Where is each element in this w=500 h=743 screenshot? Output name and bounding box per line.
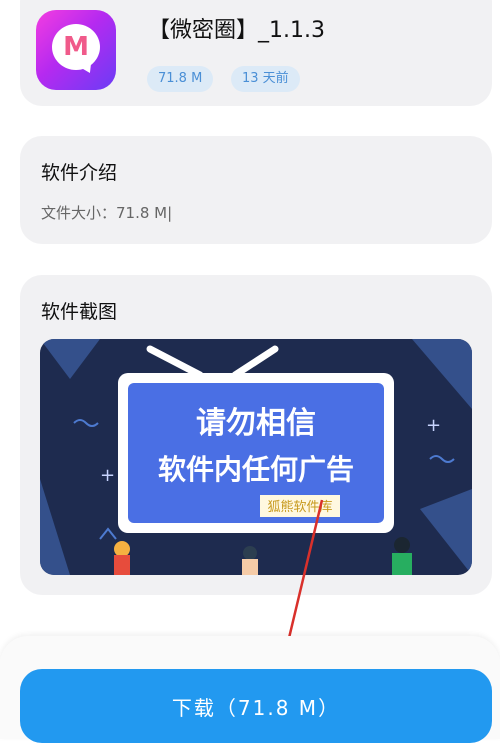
app-logo-icon[interactable]: M [36, 10, 116, 90]
download-button[interactable]: 下载（71.8 M） [20, 669, 492, 743]
intro-title: 软件介绍 [41, 162, 118, 184]
size-badge: 71.8 M [147, 66, 214, 92]
svg-text:+: + [426, 415, 441, 436]
app-title: 【微密圈】_1.1.3 [148, 18, 325, 43]
svg-text:+: + [100, 465, 115, 486]
screenshot-title: 软件截图 [41, 301, 118, 323]
app-info-card: M 【微密圈】_1.1.3 71.8 M 13 天前 [20, 0, 492, 106]
app-logo-letter: M [63, 32, 89, 62]
updated-time-badge: 13 天前 [231, 66, 300, 92]
screenshot-card: 软件截图 + + + [20, 275, 492, 595]
banner-line-2: 软件内任何广告 [158, 453, 354, 486]
banner-line-1: 请勿相信 [196, 406, 316, 441]
file-size-text: 文件大小：71.8 M| [41, 204, 173, 222]
watermark-stamp: 狐熊软件库 [267, 499, 332, 515]
intro-card: 软件介绍 文件大小：71.8 M| [20, 136, 492, 244]
screenshot-image[interactable]: + + + 请勿相信 软件内任何广告 狐熊软件库 [40, 339, 472, 575]
